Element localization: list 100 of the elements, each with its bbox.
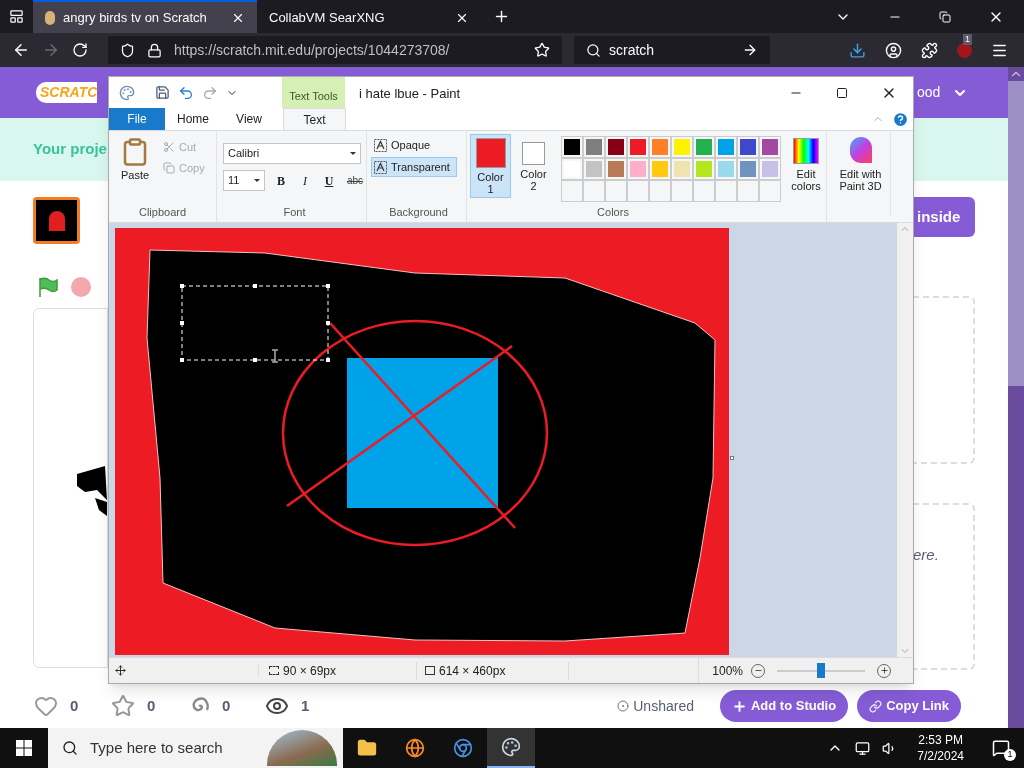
color-slot-button[interactable]: Color 1 <box>470 134 511 198</box>
extensions-icon[interactable] <box>921 41 938 59</box>
font-family-field[interactable]: Calibri <box>223 143 361 164</box>
copy-icon <box>163 161 175 174</box>
canvas-drawing[interactable] <box>115 228 729 655</box>
file-tab[interactable]: File <box>109 108 165 130</box>
palette-swatch[interactable] <box>672 137 692 157</box>
flag-icon[interactable] <box>37 276 59 298</box>
download-icon[interactable] <box>849 41 866 59</box>
stat-count: 1 <box>301 695 310 716</box>
bookmark-star-icon[interactable] <box>534 42 550 58</box>
palette-swatch[interactable] <box>562 137 582 157</box>
undo-icon[interactable] <box>178 84 194 101</box>
group-label: Font <box>282 204 307 220</box>
background-option[interactable]: Transparent <box>371 157 457 177</box>
palette-swatch[interactable] <box>606 159 626 179</box>
plus-icon <box>731 698 747 714</box>
account-icon[interactable] <box>885 41 902 59</box>
image-size: 614 × 460px <box>439 662 506 680</box>
folder-icon[interactable] <box>357 738 377 758</box>
spectrum-icon <box>793 138 819 164</box>
italic-button[interactable]: I <box>297 171 313 190</box>
edit-colors-button[interactable]: Edit colors <box>786 134 826 204</box>
copy-link-button[interactable]: Copy Link <box>857 690 961 722</box>
palette-swatch[interactable] <box>716 159 736 179</box>
network-icon[interactable] <box>855 740 871 756</box>
palette-swatch[interactable] <box>738 159 758 179</box>
palette-swatch[interactable] <box>584 137 604 157</box>
search-text: scratch <box>609 40 656 60</box>
paste-button[interactable]: Paste <box>115 137 155 204</box>
palette-swatch[interactable] <box>694 137 714 157</box>
palette-swatch[interactable] <box>760 137 780 157</box>
go-icon[interactable] <box>742 42 758 58</box>
save-icon[interactable] <box>155 85 170 100</box>
ribbon-tab[interactable]: Home <box>165 108 221 130</box>
palette-swatch[interactable] <box>606 137 626 157</box>
palette-swatch[interactable] <box>628 159 648 179</box>
palette-swatch[interactable] <box>584 159 604 179</box>
url-field[interactable]: https://scratch.mit.edu/projects/1044273708/ <box>108 36 562 64</box>
paint-3d-button[interactable]: Edit with Paint 3D <box>831 131 891 216</box>
text-frame-icon <box>374 138 387 152</box>
notifications-icon[interactable] <box>992 739 1010 757</box>
clock-time[interactable]: 2:53 PM <box>918 732 963 748</box>
search-field[interactable]: scratch <box>574 36 770 64</box>
font-size-value: 11 <box>228 173 240 189</box>
username-text[interactable]: ood <box>917 82 941 103</box>
star-icon[interactable] <box>111 694 135 718</box>
palette-swatch[interactable] <box>628 137 648 157</box>
lock-icon[interactable] <box>147 42 162 58</box>
group-label: Colors <box>596 204 630 220</box>
heart-icon[interactable] <box>34 694 58 718</box>
search-icon <box>586 42 601 58</box>
color-slot-button[interactable]: Color 2 <box>513 134 554 198</box>
scrollbar[interactable] <box>1008 67 1024 728</box>
bold-button[interactable]: B <box>273 171 289 190</box>
forward-icon[interactable] <box>42 41 60 59</box>
font-family-value: Calibri <box>228 146 260 162</box>
zoom-reading: 100% <box>712 662 743 680</box>
add-to-studio-button[interactable]: Add to Studio <box>719 690 849 722</box>
resize-handle[interactable] <box>730 456 734 460</box>
dropdown-arrow-icon[interactable] <box>350 152 356 155</box>
browser-tab[interactable]: angry birds tv on Scratch <box>33 0 257 33</box>
browser-tab[interactable]: CollabVM SearXNG <box>257 0 481 33</box>
stat-count: 0 <box>70 695 79 716</box>
ribbon-tab[interactable]: View <box>221 108 277 130</box>
maximize-icon[interactable] <box>836 86 848 99</box>
tab-list-icon[interactable] <box>9 9 24 24</box>
reload-icon[interactable] <box>72 42 88 58</box>
round-browser-icon[interactable] <box>453 738 473 758</box>
font-size-field[interactable]: 11 <box>223 170 265 191</box>
back-icon[interactable] <box>12 41 30 59</box>
background-option[interactable]: Opaque <box>371 135 457 155</box>
palette-swatch[interactable] <box>716 137 736 157</box>
palette-swatch[interactable] <box>562 159 582 179</box>
zoom-thumb[interactable] <box>817 662 825 678</box>
taskbar-search-field[interactable]: Type here to search <box>48 728 343 768</box>
restore-icon[interactable] <box>939 10 951 23</box>
palette-swatch[interactable] <box>650 137 670 157</box>
cursor-position-icon <box>115 665 126 676</box>
extension-badge: 1 <box>963 33 972 45</box>
palette-swatch[interactable] <box>760 159 780 179</box>
strikethrough-button[interactable]: abc <box>345 173 365 188</box>
option-label: Opaque <box>391 137 431 153</box>
unshared-icon <box>617 700 630 712</box>
scissors-icon <box>163 141 175 154</box>
shield-icon[interactable] <box>120 42 135 58</box>
clock-date[interactable]: 7/2/2024 <box>917 748 964 764</box>
palette-swatch[interactable] <box>672 159 692 179</box>
palette-swatch[interactable] <box>650 159 670 179</box>
notes-text: ere. <box>913 546 939 563</box>
underline-button[interactable]: U <box>321 171 337 190</box>
dropdown-arrow-icon[interactable] <box>254 179 260 182</box>
palette-swatch[interactable] <box>738 137 758 157</box>
group-label: Background <box>388 204 449 220</box>
windows-logo-icon[interactable] <box>16 740 32 756</box>
selection-size: 90 × 69px <box>283 662 337 680</box>
see-inside-button[interactable]: inside <box>913 197 975 237</box>
help-icon[interactable] <box>892 110 909 128</box>
ribbon-tab[interactable]: Text <box>283 108 346 130</box>
palette-swatch[interactable] <box>694 159 714 179</box>
